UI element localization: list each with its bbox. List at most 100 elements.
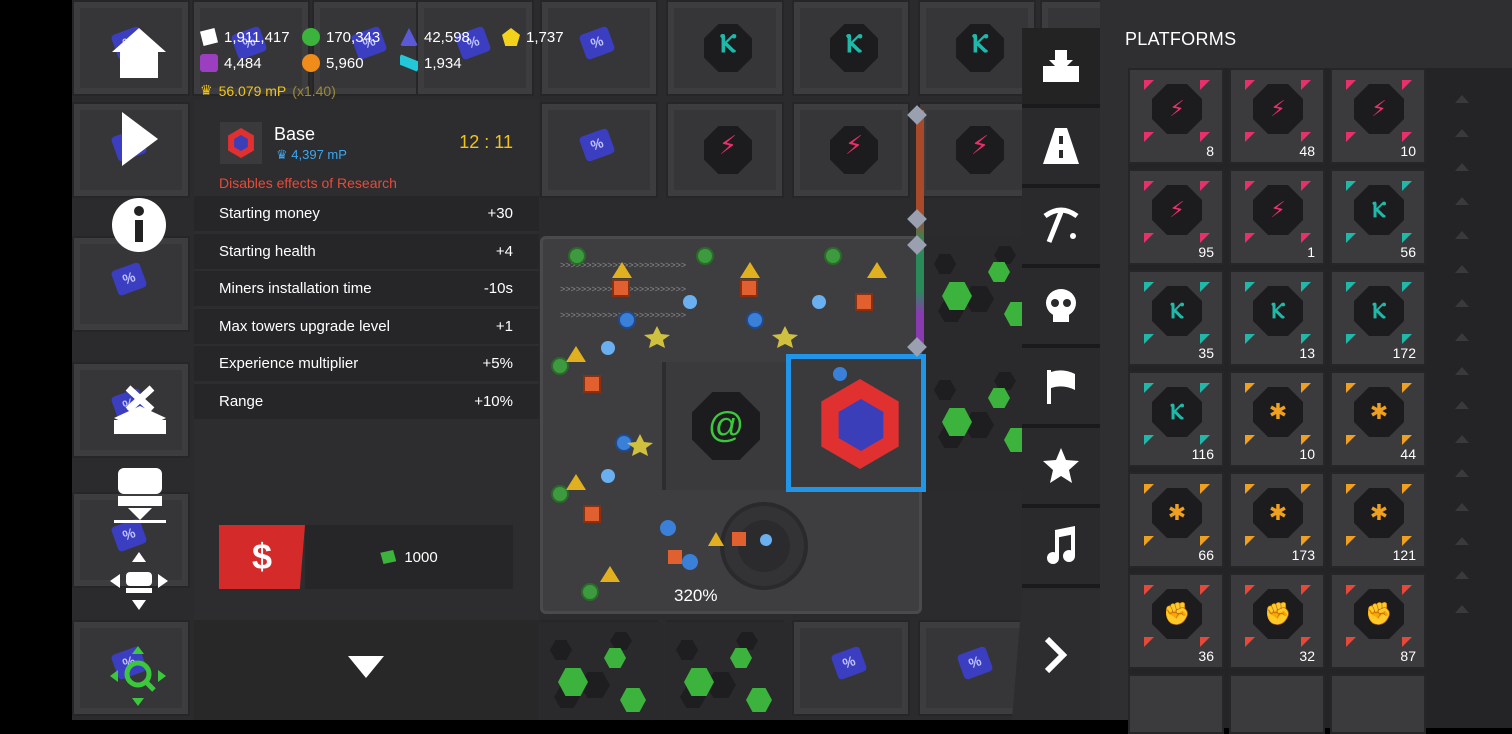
tab-enemies[interactable] <box>1022 268 1100 348</box>
music-note-icon <box>1047 526 1075 564</box>
search-map-button[interactable] <box>108 646 168 706</box>
remove-tile-button[interactable] <box>110 384 170 438</box>
stat-label: Range <box>219 392 264 410</box>
tab-favorites[interactable] <box>1022 428 1100 508</box>
platform-item[interactable]: Ⲕ 56 <box>1330 169 1426 265</box>
category-toolbar <box>1022 28 1100 588</box>
flag-icon <box>1047 370 1075 404</box>
place-tile-button[interactable] <box>112 466 168 524</box>
platform-count: 35 <box>1198 345 1214 361</box>
stat-label: Starting money <box>219 205 320 222</box>
sell-icon: $ <box>251 536 273 577</box>
platform-item[interactable] <box>1330 674 1426 734</box>
platform-item[interactable]: ✱ 66 <box>1128 472 1224 568</box>
resource-item: 1,911,417 <box>200 28 290 46</box>
star-icon <box>1043 448 1079 483</box>
remove-tile-icon <box>114 385 166 434</box>
stat-value: +30 <box>487 205 513 222</box>
platform-item[interactable]: ✱ 173 <box>1229 472 1325 568</box>
play-button[interactable] <box>120 110 160 168</box>
sell-tile[interactable] <box>792 620 910 716</box>
platform-item[interactable]: ⚡ 48 <box>1229 68 1325 164</box>
platform-item[interactable]: ✱ 121 <box>1330 472 1426 568</box>
stat-value: +4 <box>495 242 513 260</box>
resource-value: 1,934 <box>424 54 462 72</box>
base-info-panel: Base ♛ 4,397 mP 12 : 11 Disables effects… <box>194 100 539 620</box>
platform-item[interactable]: ✊ 87 <box>1330 573 1426 669</box>
platform-tile[interactable]: ⚡ <box>666 102 784 198</box>
platform-item[interactable]: ⚡ 1 <box>1229 169 1325 265</box>
platform-count: 66 <box>1198 547 1214 563</box>
gem-rock-tile[interactable] <box>540 622 664 720</box>
sell-button[interactable]: $ <box>219 525 305 589</box>
collapse-panel-button[interactable] <box>346 654 386 682</box>
home-button[interactable] <box>110 26 168 80</box>
green-gem-icon <box>604 648 626 668</box>
platform-item[interactable]: ⚡ 8 <box>1128 68 1224 164</box>
info-icon <box>112 198 166 252</box>
platform-count: 8 <box>1206 143 1214 159</box>
tab-flags[interactable] <box>1022 348 1100 428</box>
info-button[interactable] <box>110 196 168 254</box>
green-resource-icon <box>302 28 320 46</box>
stat-label: Miners installation time <box>219 280 372 297</box>
platform-tile[interactable]: ⚡ <box>792 102 910 198</box>
tower-tile[interactable]: @ <box>666 362 786 490</box>
platform-item[interactable]: Ⲕ 172 <box>1330 270 1426 366</box>
platform-count: 13 <box>1299 345 1315 361</box>
stat-row: Miners installation time -10s <box>194 271 539 306</box>
sell-price: 1000 <box>404 548 438 566</box>
tab-mining[interactable] <box>1022 188 1100 268</box>
platform-count: 87 <box>1400 648 1416 664</box>
platform-count: 172 <box>1392 345 1416 361</box>
resource-value: 1,737 <box>526 28 564 46</box>
platform-item[interactable]: Ⲕ 116 <box>1128 371 1224 467</box>
platform-item[interactable]: ⚡ 10 <box>1330 68 1426 164</box>
platform-tile[interactable]: Ⲕ <box>792 0 910 96</box>
platform-item[interactable] <box>1229 674 1325 734</box>
stat-row: Max towers upgrade level +1 <box>194 308 539 344</box>
resource-item: 5,960 <box>302 54 364 72</box>
tab-music[interactable] <box>1022 508 1100 588</box>
move-tile-button[interactable] <box>110 552 168 610</box>
platform-icon: ✊ <box>1152 589 1202 639</box>
platform-count: 10 <box>1299 446 1315 462</box>
green-gem-icon <box>730 648 752 668</box>
base-tile-selected[interactable] <box>786 354 926 492</box>
platform-item[interactable]: ✱ 10 <box>1229 371 1325 467</box>
sell-tag-icon <box>578 127 616 163</box>
platform-item[interactable]: ⚡ 95 <box>1128 169 1224 265</box>
sell-tag-icon <box>956 645 994 681</box>
mp-display: ♛ 56.079 mP (x1.40) <box>200 82 336 99</box>
platform-item[interactable]: ✱ 44 <box>1330 371 1426 467</box>
gem-rock-tile[interactable] <box>666 622 790 720</box>
platform-tile[interactable]: ⚡ <box>918 102 1036 198</box>
platform-icon: ✊ <box>1253 589 1303 639</box>
platform-tile[interactable]: Ⲕ <box>666 0 784 96</box>
platform-item[interactable]: ✊ 32 <box>1229 573 1325 669</box>
platforms-panel: PLATFORMS ⚡ 8 ⚡ 48 ⚡ 10 ⚡ 95 ⚡ 1 Ⲕ 56 Ⲕ 35 Ⲕ 13 Ⲕ 172 Ⲕ 116… <box>1100 0 1512 734</box>
platform-icon: ✱ <box>1253 488 1303 538</box>
crown-icon: ♛ <box>276 147 288 162</box>
mp-multiplier: (x1.40) <box>292 82 336 99</box>
platform-icon: ✱ <box>1354 387 1404 437</box>
panel-title: Base <box>274 124 316 144</box>
platform-tile[interactable]: Ⲕ <box>918 0 1036 96</box>
place-tile-icon <box>114 468 166 523</box>
sell-tag-icon <box>578 25 616 61</box>
platform-item[interactable]: ✊ 36 <box>1128 573 1224 669</box>
platform-item[interactable]: Ⲕ 13 <box>1229 270 1325 366</box>
sell-tag-icon <box>110 261 148 297</box>
platform-item[interactable]: Ⲕ 35 <box>1128 270 1224 366</box>
tab-download[interactable] <box>1022 28 1100 108</box>
pickaxe-icon <box>1043 207 1079 243</box>
green-gem-icon <box>988 262 1010 282</box>
platform-item[interactable] <box>1128 674 1224 734</box>
lightning-icon: ⚡ <box>844 130 864 160</box>
freeze-icon: Ⲕ <box>845 28 863 58</box>
stat-value: -10s <box>483 280 513 297</box>
tab-roads[interactable] <box>1022 108 1100 188</box>
expand-panel-button[interactable] <box>1012 590 1100 720</box>
platform-count: 95 <box>1198 244 1214 260</box>
sell-tile[interactable] <box>540 102 658 198</box>
